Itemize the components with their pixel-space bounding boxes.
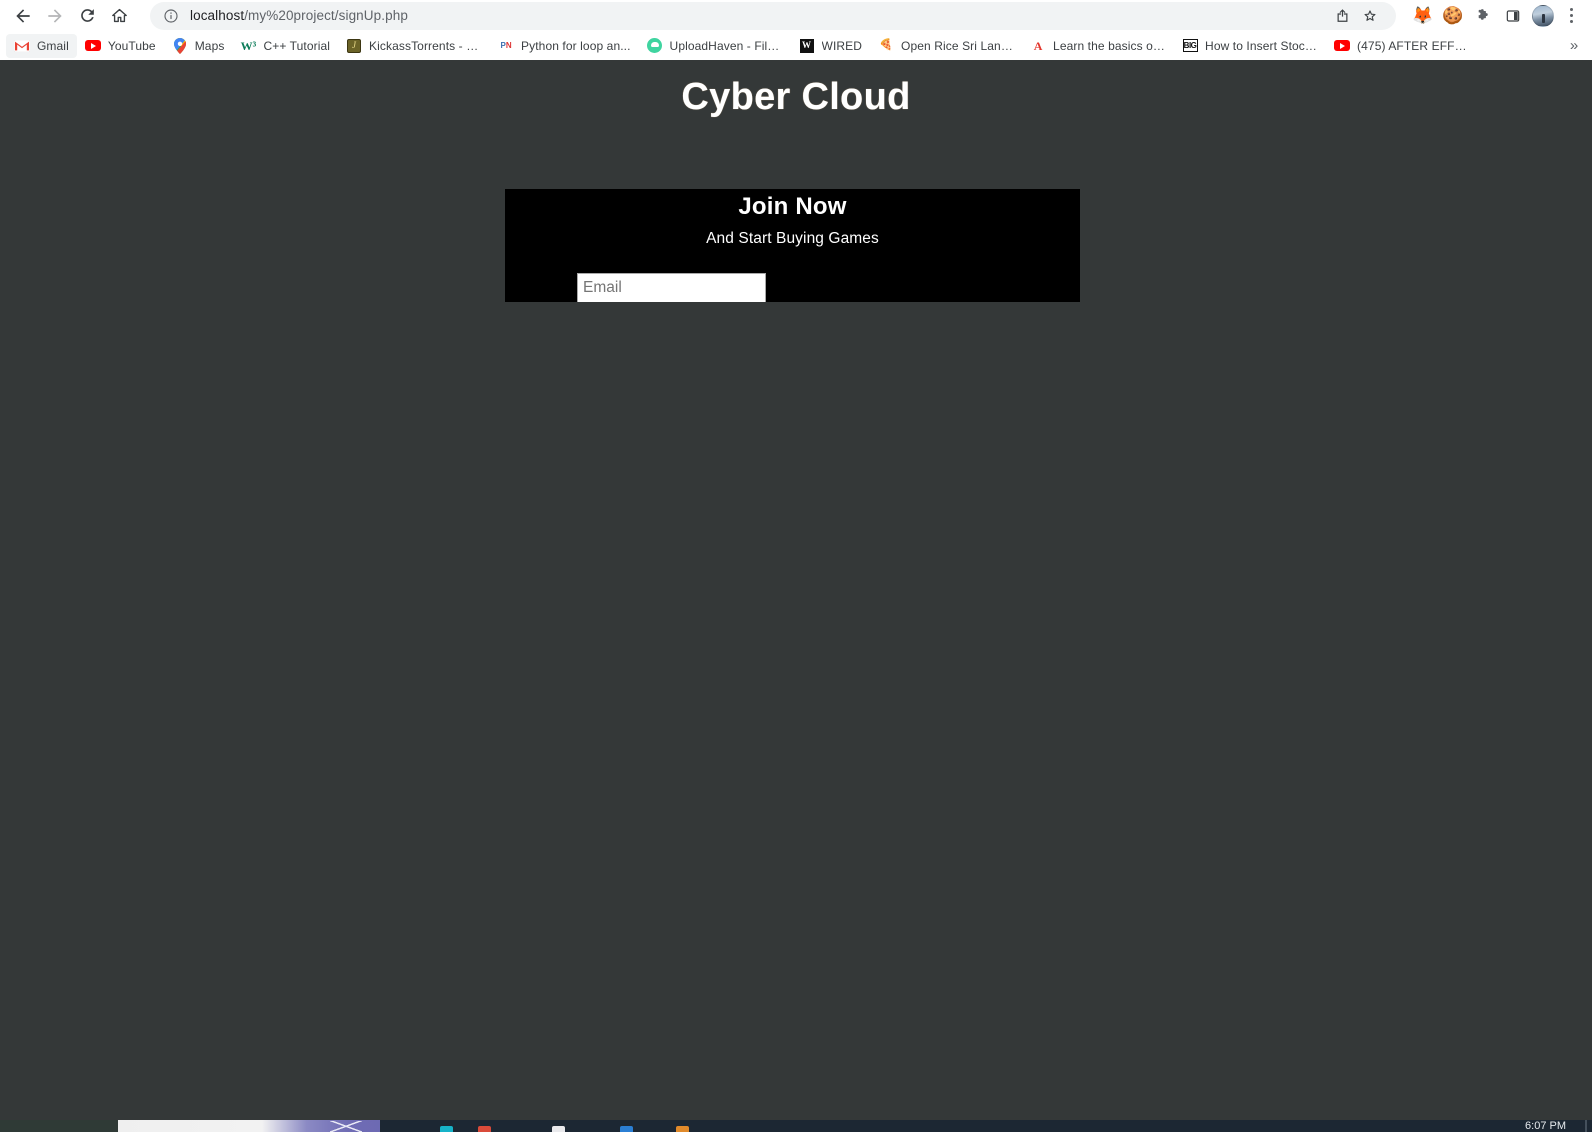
bookmark-label: KickassTorrents - D...: [369, 38, 483, 53]
address-bar[interactable]: localhost/my%20project/signUp.php: [150, 1, 1396, 30]
youtube-icon: [84, 38, 101, 54]
bookmark-label: UploadHaven - File...: [669, 38, 783, 53]
taskbar-clock[interactable]: 6:07 PM: [1525, 1121, 1566, 1132]
extensions-strip: 🦊 🍪: [1408, 1, 1584, 31]
url-path: /my%20project/signUp.php: [244, 8, 408, 23]
bookmark-label: Maps: [194, 38, 225, 53]
adobe-icon: A: [1030, 38, 1046, 54]
page-viewport: Cyber Cloud Join Now And Start Buying Ga…: [0, 60, 1592, 1132]
big-icon: BIG: [1182, 38, 1198, 54]
side-panel-icon[interactable]: [1498, 1, 1528, 31]
forward-button[interactable]: [40, 1, 70, 31]
bookmarks-overflow-button[interactable]: »: [1562, 34, 1586, 58]
reload-button[interactable]: [72, 1, 102, 31]
taskbar-app-icon[interactable]: [620, 1126, 633, 1132]
taskbar-app-icon[interactable]: [676, 1126, 689, 1132]
maps-pin-icon: [172, 37, 188, 54]
desktop-taskbar: 6:07 PM: [0, 1120, 1592, 1132]
signup-subheading: And Start Buying Games: [706, 230, 879, 247]
taskbar-tray: 6:07 PM: [380, 1120, 1592, 1132]
bookmark-label: Open Rice Sri Lanka...: [901, 38, 1015, 53]
back-arrow-icon: [16, 8, 30, 23]
reload-icon: [80, 9, 94, 22]
taskbar-window-preview[interactable]: [118, 1120, 380, 1132]
metamask-glyph: 🦊: [1412, 6, 1434, 25]
python-icon: PN: [498, 38, 514, 54]
taskbar-app-icon[interactable]: [440, 1126, 453, 1132]
taskbar-left-chip: [0, 1120, 118, 1132]
site-info-icon[interactable]: [163, 8, 179, 24]
bookmark-label: Learn the basics of...: [1053, 38, 1167, 53]
bookmark-python-for-loop[interactable]: PN Python for loop an...: [490, 34, 639, 58]
taskbar-show-desktop-button[interactable]: [1585, 1120, 1587, 1132]
back-button[interactable]: [8, 1, 38, 31]
gmail-icon: [14, 38, 30, 54]
bookmark-label: Gmail: [37, 38, 69, 53]
page-title: Cyber Cloud: [681, 76, 911, 118]
bookmark-after-effects[interactable]: (475) AFTER EFFECT...: [1326, 34, 1478, 58]
address-bar-url: localhost/my%20project/signUp.php: [190, 8, 1328, 23]
bookmark-maps[interactable]: Maps: [164, 34, 233, 58]
bookmark-label: C++ Tutorial: [263, 38, 331, 53]
bookmark-kickasstorrents[interactable]: J KickassTorrents - D...: [338, 34, 490, 58]
bookmark-how-to-insert-stock[interactable]: BIG How to Insert Stock...: [1174, 34, 1326, 58]
signup-heading: Join Now: [738, 193, 847, 220]
browser-chrome: localhost/my%20project/signUp.php 🦊 🍪 Gm…: [0, 0, 1592, 60]
metamask-extension-icon[interactable]: 🦊: [1408, 1, 1438, 31]
bookmark-label: WIRED: [821, 38, 863, 53]
extensions-puzzle-icon[interactable]: [1468, 1, 1498, 31]
bookmark-open-rice-sri-lanka[interactable]: 🍕 Open Rice Sri Lanka...: [870, 34, 1022, 58]
wired-icon: W: [799, 38, 815, 54]
url-host: localhost: [190, 8, 245, 23]
avatar: [1532, 4, 1554, 27]
cookie-glyph: 🍪: [1442, 6, 1464, 25]
bookmark-cpp-tutorial[interactable]: W³ C++ Tutorial: [232, 34, 338, 58]
menu-dot: [1569, 19, 1573, 23]
email-field[interactable]: [577, 273, 766, 302]
kickasstorrents-icon: J: [346, 38, 362, 54]
bookmarks-bar: Gmail YouTube Maps W³ C++ Tutorial J Kic…: [0, 31, 1592, 60]
menu-dot: [1569, 14, 1573, 17]
taskbar-app-icon[interactable]: [552, 1126, 565, 1132]
signup-card: Join Now And Start Buying Games: [505, 189, 1080, 302]
share-icon[interactable]: [1328, 2, 1356, 30]
bookmark-label: Python for loop an...: [521, 38, 631, 53]
chrome-menu-icon[interactable]: [1558, 1, 1584, 31]
home-button[interactable]: [104, 1, 134, 31]
youtube-icon: [1334, 38, 1351, 54]
taskbar-app-icon[interactable]: [478, 1126, 491, 1132]
bookmark-wired[interactable]: W WIRED: [791, 34, 871, 58]
w3schools-icon: W³: [240, 38, 257, 53]
uploadhaven-icon: [647, 38, 663, 54]
bookmark-label: YouTube: [107, 38, 156, 53]
profile-avatar-button[interactable]: [1528, 1, 1558, 31]
bookmark-label: How to Insert Stock...: [1205, 38, 1319, 53]
bookmark-uploadhaven[interactable]: UploadHaven - File...: [639, 34, 791, 58]
pizza-icon: 🍕: [879, 39, 893, 51]
bookmark-star-icon[interactable]: [1356, 2, 1384, 30]
bookmark-label: (475) AFTER EFFECT...: [1357, 38, 1470, 53]
home-icon: [111, 8, 127, 23]
omnibox-actions: [1328, 2, 1384, 30]
forward-arrow-icon: [48, 8, 62, 23]
cookie-extension-icon[interactable]: 🍪: [1438, 1, 1468, 31]
bookmark-learn-the-basics[interactable]: A Learn the basics of...: [1022, 34, 1174, 58]
bookmark-youtube[interactable]: YouTube: [77, 34, 164, 58]
browser-toolbar: localhost/my%20project/signUp.php 🦊 🍪: [0, 0, 1592, 31]
bookmark-gmail[interactable]: Gmail: [6, 33, 77, 58]
menu-dot: [1569, 8, 1573, 12]
